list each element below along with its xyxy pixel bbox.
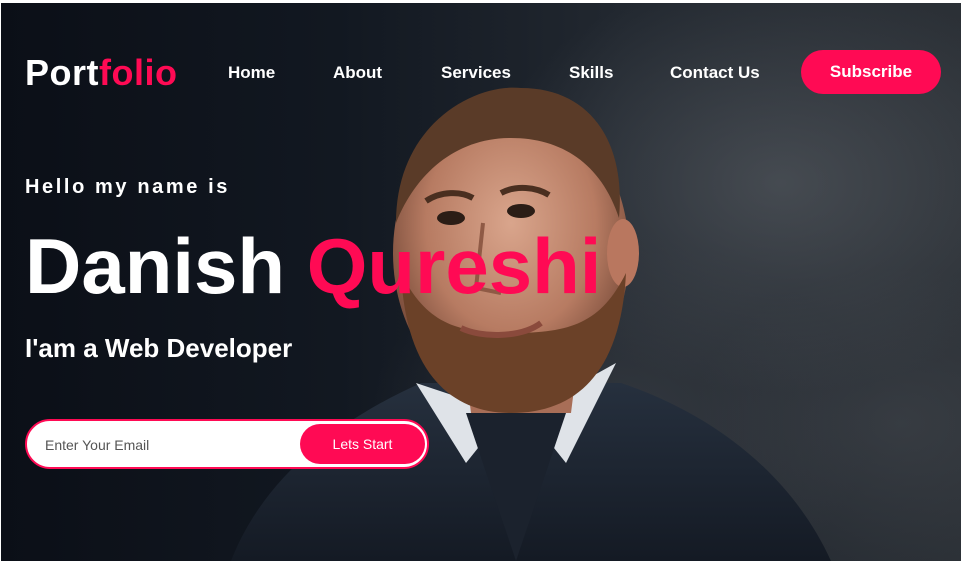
logo-text-primary: Port: [25, 52, 99, 93]
lets-start-button[interactable]: Lets Start: [300, 424, 425, 464]
hero-section: Portfolio Home About Services Skills Con…: [1, 3, 961, 561]
nav-skills[interactable]: Skills: [569, 63, 613, 83]
hero-last-name: Qureshi: [306, 222, 602, 310]
hero-greeting: Hello my name is: [25, 176, 230, 198]
hero-first-name: Danish: [25, 222, 286, 310]
nav-home[interactable]: Home: [228, 63, 275, 83]
hero-name: Danish Qureshi: [25, 221, 601, 311]
logo[interactable]: Portfolio: [25, 53, 177, 93]
email-signup-form: Lets Start: [25, 419, 429, 469]
nav-about[interactable]: About: [333, 63, 382, 83]
nav-contact-us[interactable]: Contact Us: [670, 63, 760, 83]
logo-text-accent: folio: [99, 52, 178, 93]
nav-services[interactable]: Services: [441, 63, 511, 83]
hero-role: I'am a Web Developer: [25, 333, 293, 363]
portrait-image: [231, 87, 831, 561]
subscribe-button[interactable]: Subscribe: [801, 50, 941, 94]
email-input[interactable]: [43, 421, 297, 469]
site-header: Portfolio Home About Services Skills Con…: [1, 3, 961, 143]
